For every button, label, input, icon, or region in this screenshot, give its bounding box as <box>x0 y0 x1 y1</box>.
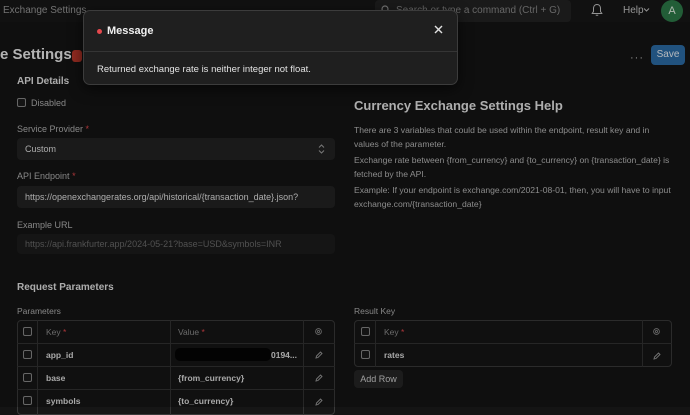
indicator-dot-icon <box>97 29 102 34</box>
message-dialog: Message Returned exchange rate is neithe… <box>83 10 458 85</box>
dialog-message: Returned exchange rate is neither intege… <box>97 64 311 75</box>
dialog-divider <box>84 51 457 52</box>
dialog-title: Message <box>107 25 154 37</box>
close-icon[interactable] <box>433 24 444 35</box>
